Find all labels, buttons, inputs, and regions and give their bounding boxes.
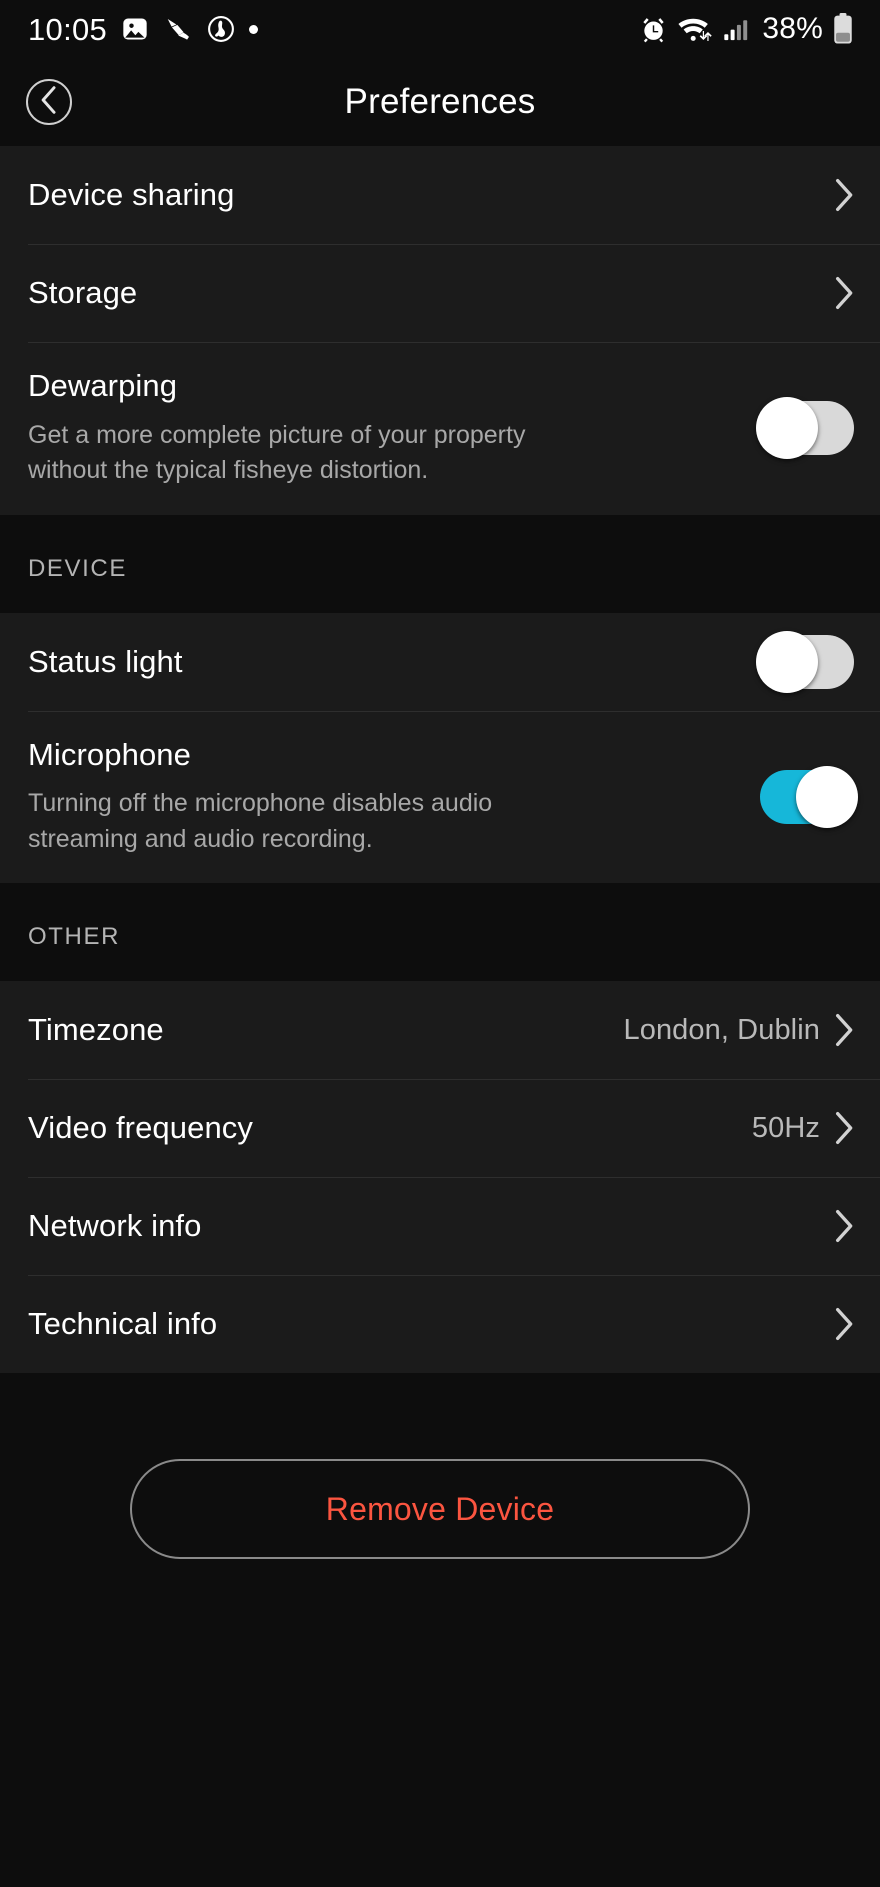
toggle-knob	[756, 397, 818, 460]
row-title: Microphone	[28, 736, 191, 772]
row-description: Turning off the microphone disables audi…	[28, 789, 493, 853]
row-control	[756, 397, 854, 460]
settings-list: Device sharing Storage Dewarping Get a more…	[0, 146, 880, 1374]
row-title: Storage	[28, 275, 138, 311]
settings-group: Status light Microphone Turning off the mi…	[0, 612, 880, 884]
row-main: Timezone	[28, 1012, 624, 1048]
back-button[interactable]	[26, 79, 72, 125]
row-main: Dewarping Get a more complete picture of …	[28, 368, 760, 489]
settings-row[interactable]: Video frequency 50Hz	[0, 1079, 880, 1178]
toggle-switch[interactable]	[760, 765, 858, 828]
footer: Remove Device	[0, 1373, 880, 1560]
row-control	[834, 178, 854, 212]
section-header: DEVICE	[0, 514, 880, 613]
row-title: Device sharing	[28, 177, 235, 213]
status-bar-right: 38%	[639, 13, 854, 45]
row-main: Status light	[28, 644, 760, 680]
dot-icon	[249, 24, 259, 34]
row-main: Video frequency	[28, 1110, 752, 1146]
chevron-right-icon	[836, 179, 853, 211]
status-bar-left: 10:05	[28, 11, 259, 47]
settings-row[interactable]: Storage	[0, 244, 880, 342]
alarm-icon	[639, 15, 668, 44]
row-value: London, Dublin	[623, 1013, 820, 1046]
brush-icon	[163, 15, 193, 43]
row-title: Dewarping	[28, 368, 178, 403]
row-value: 50Hz	[751, 1111, 820, 1144]
row-title: Status light	[28, 643, 183, 679]
settings-row[interactable]: Timezone London, Dublin	[0, 981, 880, 1080]
row-description: Get a more complete picture of your prop…	[28, 420, 526, 485]
battery-percent-label: 38%	[762, 12, 823, 45]
row-control	[834, 276, 854, 310]
row-control	[834, 1209, 854, 1243]
settings-group: Device sharing Storage Dewarping Get a more…	[0, 146, 880, 515]
row-main: Network info	[28, 1208, 834, 1244]
toggle-knob	[756, 630, 818, 693]
row-title: Video frequency	[28, 1110, 253, 1146]
row-main: Technical info	[28, 1306, 834, 1342]
toggle-switch[interactable]	[756, 630, 854, 693]
section-header: OTHER	[0, 883, 880, 982]
settings-row[interactable]: Microphone Turning off the microphone dis…	[0, 710, 880, 884]
row-control: London, Dublin	[624, 1013, 855, 1047]
settings-row[interactable]: Device sharing	[0, 146, 880, 244]
row-title: Technical info	[28, 1306, 218, 1342]
status-bar-clock: 10:05	[28, 11, 108, 47]
row-main: Device sharing	[28, 177, 834, 213]
chevron-right-icon	[836, 1112, 853, 1145]
toggle-switch[interactable]	[756, 397, 854, 460]
settings-group: Timezone London, Dublin Video frequency 50H…	[0, 981, 880, 1374]
row-control	[756, 630, 854, 693]
pet-circle-icon	[207, 15, 235, 43]
chevron-right-icon	[836, 1210, 853, 1243]
settings-row[interactable]: Dewarping Get a more complete picture of …	[0, 342, 880, 515]
row-control: 50Hz	[752, 1111, 854, 1145]
battery-icon	[832, 13, 854, 45]
gallery-icon	[121, 15, 149, 43]
app-bar: Preferences	[0, 58, 880, 146]
preferences-screen: 10:05 38% Preferences Device sharing Sto…	[0, 0, 880, 1887]
page-title: Preferences	[344, 82, 536, 121]
remove-device-button[interactable]: Remove Device	[130, 1459, 750, 1560]
chevron-left-icon	[40, 85, 58, 119]
toggle-knob	[796, 765, 858, 828]
wifi-icon	[677, 15, 713, 44]
row-title: Timezone	[28, 1012, 164, 1048]
row-control	[834, 1307, 854, 1341]
chevron-right-icon	[836, 276, 853, 309]
settings-row[interactable]: Status light	[0, 612, 880, 711]
settings-row[interactable]: Technical info	[0, 1275, 880, 1374]
chevron-right-icon	[836, 1308, 853, 1341]
status-bar: 10:05 38%	[0, 0, 880, 58]
row-main: Storage	[28, 275, 834, 311]
chevron-right-icon	[836, 1014, 853, 1047]
settings-row[interactable]: Network info	[0, 1177, 880, 1276]
row-title: Network info	[28, 1208, 202, 1244]
row-control	[760, 765, 858, 828]
signal-icon	[722, 15, 750, 43]
row-main: Microphone Turning off the microphone dis…	[28, 737, 760, 858]
